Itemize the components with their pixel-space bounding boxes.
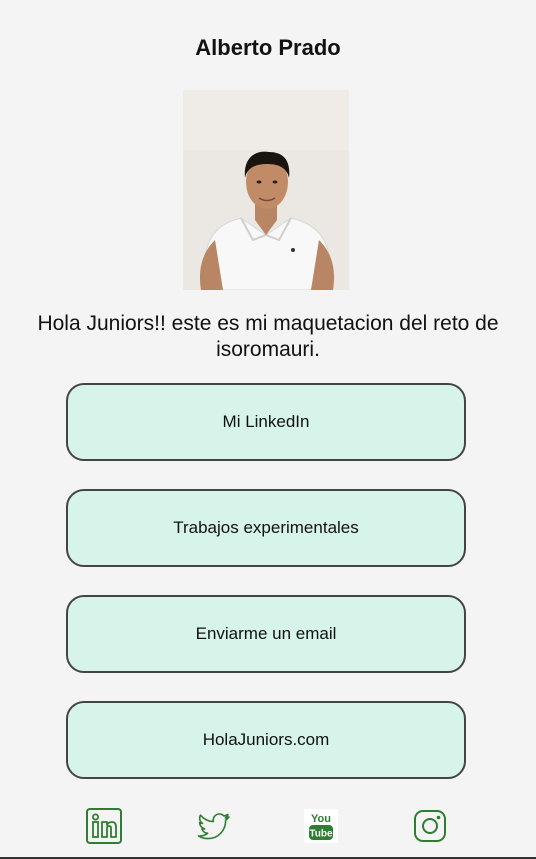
email-link-button[interactable]: Enviarme un email (66, 595, 466, 673)
linkedin-icon[interactable] (86, 808, 122, 844)
twitter-icon[interactable] (196, 808, 232, 844)
profile-photo (183, 90, 349, 290)
instagram-icon[interactable] (412, 808, 448, 844)
holajuniors-link-button[interactable]: HolaJuniors.com (66, 701, 466, 779)
profile-name: Alberto Prado (195, 35, 341, 60)
bio-text: Hola Juniors!! este es mi maquetacion de… (37, 312, 499, 361)
youtube-icon-text-top: You (311, 813, 331, 825)
experimental-work-link-button[interactable]: Trabajos experimentales (66, 489, 466, 567)
youtube-icon[interactable]: You Tube (304, 808, 338, 844)
linkedin-link-button[interactable]: Mi LinkedIn (66, 383, 466, 461)
youtube-icon-text-bottom: Tube (309, 829, 333, 840)
